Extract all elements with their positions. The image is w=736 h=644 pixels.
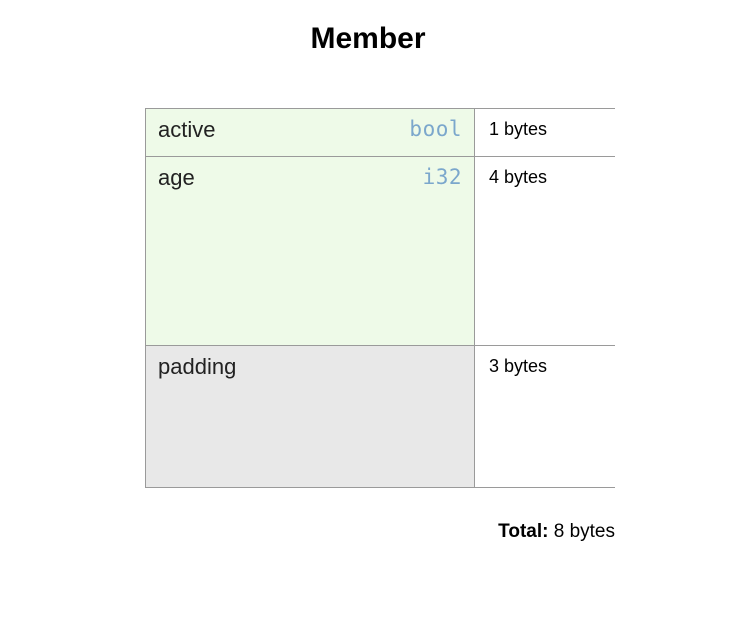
field-cell-active: active bool: [145, 109, 475, 156]
total-row: Total: 8 bytes: [145, 521, 615, 543]
field-cell-padding: padding: [145, 346, 475, 487]
field-cell-age: age i32: [145, 157, 475, 345]
field-type: bool: [409, 117, 462, 141]
field-type: i32: [423, 165, 462, 189]
field-name: age: [158, 165, 195, 191]
field-name: active: [158, 117, 215, 143]
field-name: padding: [158, 354, 236, 380]
total-label: Total:: [498, 521, 548, 542]
field-size: 3 bytes: [475, 346, 615, 377]
total-value: 8 bytes: [554, 521, 615, 542]
field-size: 1 bytes: [475, 109, 615, 140]
field-size: 4 bytes: [475, 157, 615, 188]
memory-layout: active bool 1 bytes age i32 4 bytes padding 3 b…: [145, 108, 615, 488]
struct-title: Member: [0, 0, 736, 84]
